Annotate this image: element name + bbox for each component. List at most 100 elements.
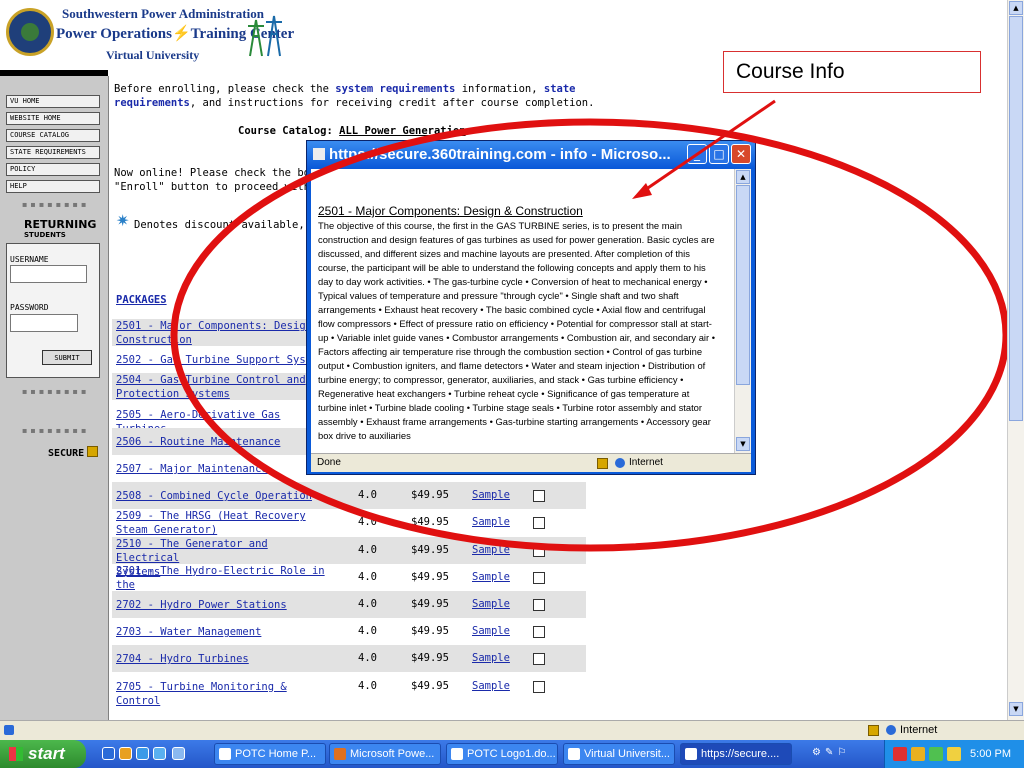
popup-scroll-thumb[interactable] bbox=[736, 185, 750, 385]
nav-policy[interactable]: POLICY bbox=[6, 163, 100, 176]
browser-page: Southwestern Power Administration Power … bbox=[0, 0, 1007, 720]
task-potc-home[interactable]: POTC Home P... bbox=[214, 743, 326, 765]
course-name-line: 2506 - Routine Maintenance bbox=[116, 435, 281, 448]
enroll-checkbox[interactable] bbox=[533, 571, 545, 584]
browser-scroll-thumb[interactable] bbox=[1009, 16, 1023, 421]
sample-link[interactable]: Sample bbox=[472, 489, 510, 501]
task-potc-logo[interactable]: POTC Logo1.do... bbox=[446, 743, 558, 765]
word-icon bbox=[451, 748, 463, 760]
browser-status-zone: Internet bbox=[900, 724, 938, 736]
state-requirements-link[interactable]: state bbox=[544, 83, 576, 95]
scroll-up-arrow-icon[interactable]: ▲ bbox=[1009, 1, 1023, 15]
scroll-down-arrow-icon[interactable]: ▼ bbox=[1009, 702, 1023, 716]
catalog-label: Course Catalog: bbox=[238, 125, 340, 137]
catalog-link[interactable]: ALL Power Generation bbox=[339, 125, 465, 137]
minimize-button[interactable]: _ bbox=[687, 144, 707, 164]
course-price: $49.95 bbox=[411, 543, 449, 556]
password-input[interactable] bbox=[10, 314, 78, 332]
system-requirements-link[interactable]: system requirements bbox=[335, 83, 455, 95]
task-label: POTC Home P... bbox=[235, 748, 317, 760]
intro-text: , and instructions for receiving credit … bbox=[189, 97, 595, 109]
transmission-tower-icon bbox=[248, 15, 282, 57]
course-name-line: 2508 - Combined Cycle Operation bbox=[116, 490, 312, 503]
course-name-link[interactable]: 2506 - Routine Maintenance bbox=[116, 435, 326, 449]
enroll-checkbox[interactable] bbox=[533, 544, 545, 557]
course-name-link[interactable]: 2705 - Turbine Monitoring & Control bbox=[116, 680, 326, 708]
packages-link[interactable]: PACKAGES bbox=[116, 294, 167, 306]
enroll-checkbox[interactable] bbox=[533, 599, 545, 611]
lightning-bolt-icon: ⚡ bbox=[171, 26, 191, 42]
intro-line-2: requirements, and instructions for recei… bbox=[114, 97, 594, 109]
submit-button[interactable]: SUBMIT bbox=[42, 350, 92, 365]
sample-link[interactable]: Sample bbox=[472, 544, 510, 556]
course-description: 2501 - Major Components: Design & Constr… bbox=[318, 203, 718, 443]
returning-heading: RETURNING bbox=[24, 218, 97, 231]
scroll-down-arrow-icon[interactable]: ▼ bbox=[736, 437, 750, 451]
tray-icon[interactable] bbox=[947, 747, 961, 761]
quick-launch-icon[interactable] bbox=[136, 747, 149, 760]
username-input[interactable] bbox=[10, 265, 87, 283]
table-row: 2702 - Hydro Power Stations 4.0 $49.95 Samp… bbox=[112, 591, 586, 618]
browser-status-bar: Internet bbox=[0, 720, 1024, 740]
nav-vu-home[interactable]: VU HOME bbox=[6, 95, 100, 108]
ie-icon bbox=[313, 148, 325, 160]
quick-launch-icon[interactable] bbox=[172, 747, 185, 760]
enroll-checkbox[interactable] bbox=[533, 490, 545, 503]
table-row: 2705 - Turbine Monitoring & Control 4.0 $4… bbox=[112, 673, 586, 707]
close-button[interactable]: ✕ bbox=[731, 144, 751, 164]
enroll-checkbox[interactable] bbox=[533, 680, 545, 693]
intro-line-1: Before enrolling, please check the syste… bbox=[114, 83, 576, 95]
course-name-link[interactable]: 2702 - Hydro Power Stations bbox=[116, 598, 326, 612]
popup-status-bar: Done Internet bbox=[311, 453, 751, 472]
task-label: https://secure.... bbox=[701, 748, 780, 760]
course-name-link[interactable]: 2703 - Water Management bbox=[116, 625, 326, 639]
scroll-up-arrow-icon[interactable]: ▲ bbox=[736, 170, 750, 184]
enroll-checkbox[interactable] bbox=[533, 653, 545, 666]
popup-title: https://secure.360training.com - info - … bbox=[329, 146, 671, 163]
sample-link[interactable]: Sample bbox=[472, 652, 510, 664]
task-virtual-university[interactable]: Virtual Universit... bbox=[563, 743, 675, 765]
sample-link[interactable]: Sample bbox=[472, 516, 510, 528]
course-name-link[interactable]: 2501 - Major Components: Design & Constru… bbox=[116, 319, 326, 347]
maximize-button[interactable]: □ bbox=[709, 144, 729, 164]
course-name-line: Protection Systems bbox=[116, 388, 230, 401]
nav-website-home[interactable]: WEBSITE HOME bbox=[6, 112, 100, 125]
course-name-link[interactable]: 2508 - Combined Cycle Operation bbox=[116, 489, 326, 503]
course-price: $49.95 bbox=[411, 570, 449, 583]
start-button[interactable]: start bbox=[0, 740, 86, 768]
state-requirements-link-cont[interactable]: requirements bbox=[114, 97, 190, 109]
nav-state-requirements[interactable]: STATE REQUIREMENTS bbox=[6, 146, 100, 159]
quick-launch-icon[interactable] bbox=[153, 747, 166, 760]
online-notice-line-2: "Enroll" button to proceed with reg bbox=[114, 181, 336, 193]
course-name-link[interactable]: 2704 - Hydro Turbines bbox=[116, 652, 326, 666]
sample-link[interactable]: Sample bbox=[472, 571, 510, 583]
tray-icon[interactable] bbox=[911, 747, 925, 761]
tray-icon[interactable] bbox=[893, 747, 907, 761]
task-powerpoint[interactable]: Microsoft Powe... bbox=[329, 743, 441, 765]
sample-link[interactable]: Sample bbox=[472, 680, 510, 692]
course-name-link[interactable]: 2507 - Major Maintenance bbox=[116, 462, 326, 476]
course-name-line: 2705 - Turbine Monitoring & Control bbox=[116, 680, 287, 707]
course-name-link[interactable]: 2502 - Gas Turbine Support System bbox=[116, 353, 326, 367]
popup-status-zone: Internet bbox=[629, 457, 663, 468]
enroll-checkbox[interactable] bbox=[533, 626, 545, 639]
table-row: 2701 - The Hydro-Electric Role in thePow… bbox=[112, 564, 586, 605]
course-name-link[interactable]: 2504 - Gas Turbine Control and Protection… bbox=[116, 373, 326, 401]
popup-scrollbar[interactable]: ▲ ▼ bbox=[734, 169, 751, 453]
sample-link[interactable]: Sample bbox=[472, 598, 510, 610]
quick-launch-icon[interactable] bbox=[119, 747, 132, 760]
task-secure-popup[interactable]: https://secure.... bbox=[680, 743, 792, 765]
course-price: $49.95 bbox=[411, 625, 449, 638]
ie-icon bbox=[4, 725, 14, 735]
sample-link[interactable]: Sample bbox=[472, 625, 510, 637]
enroll-checkbox[interactable] bbox=[533, 517, 545, 530]
quick-launch-ie-icon[interactable] bbox=[102, 747, 115, 760]
nav-help[interactable]: HELP bbox=[6, 180, 100, 193]
course-name-line: 2509 - The HRSG (Heat Recovery bbox=[116, 510, 306, 523]
catalog-heading: Course Catalog: ALL Power Generation bbox=[238, 125, 466, 137]
nav-course-catalog[interactable]: COURSE CATALOG bbox=[6, 129, 100, 142]
course-name-link[interactable]: 2509 - The HRSG (Heat Recovery Steam Gene… bbox=[116, 509, 326, 537]
tray-icon[interactable] bbox=[929, 747, 943, 761]
quick-tray-icons[interactable]: ⚙✎⚐ bbox=[812, 747, 876, 761]
browser-scrollbar[interactable]: ▲ ▼ bbox=[1007, 0, 1024, 720]
